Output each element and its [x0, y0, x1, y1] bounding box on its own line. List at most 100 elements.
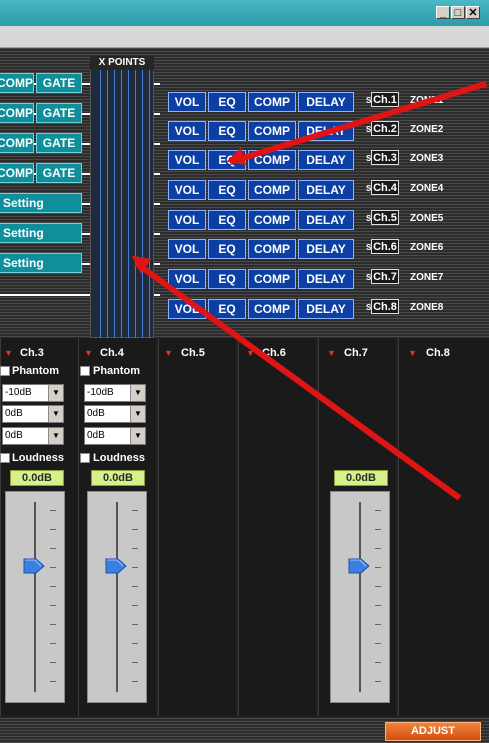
channel-strip-ch5	[158, 338, 236, 716]
zone-1-delay-button[interactable]: DELAY	[298, 92, 354, 112]
strip-ch8-label: Ch.8	[426, 347, 450, 359]
zone-6-delay-button[interactable]: DELAY	[298, 239, 354, 259]
gain-select-ch3[interactable]: -10dB ▼	[2, 384, 64, 402]
zone-5-eq-button[interactable]: EQ	[208, 210, 246, 230]
fader-tick	[132, 643, 138, 644]
bass-select-ch3[interactable]: 0dB ▼	[2, 405, 64, 423]
triangle-down-icon[interactable]: ▼	[4, 348, 13, 358]
fader-knob-icon[interactable]	[104, 556, 128, 576]
zone-6-vol-button[interactable]: VOL	[168, 239, 206, 259]
treble-select-ch4[interactable]: 0dB ▼	[84, 427, 146, 445]
zone-4-vol-button[interactable]: VOL	[168, 180, 206, 200]
zone-7-comp-button[interactable]: COMP	[248, 269, 296, 289]
fader-tick	[132, 567, 138, 568]
matrix-column	[128, 70, 129, 338]
chevron-down-icon[interactable]: ▼	[130, 406, 145, 422]
input-1-gate-button[interactable]: GATE	[36, 73, 82, 93]
fader-ch4[interactable]	[87, 491, 147, 703]
zone-8-comp-button[interactable]: COMP	[248, 299, 296, 319]
minimize-button[interactable]: _	[436, 6, 450, 19]
zone-5-comp-button[interactable]: COMP	[248, 210, 296, 230]
fader-tick	[50, 529, 56, 530]
fader-tick	[375, 567, 381, 568]
zone-3-delay-button[interactable]: DELAY	[298, 150, 354, 170]
title-bar	[0, 0, 489, 26]
channel-strip-ch6	[238, 338, 316, 716]
fader-track	[116, 502, 118, 692]
gain-readout-ch4: 0.0dB	[91, 470, 145, 486]
input-3-comp-button[interactable]: COMP	[0, 133, 34, 153]
zone-2-comp-button[interactable]: COMP	[248, 121, 296, 141]
zone-2-eq-button[interactable]: EQ	[208, 121, 246, 141]
fader-ch3[interactable]	[5, 491, 65, 703]
input-2-gate-button[interactable]: GATE	[36, 103, 82, 123]
setting-button-1[interactable]: Setting	[0, 193, 82, 213]
zone-4-comp-button[interactable]: COMP	[248, 180, 296, 200]
phantom-checkbox-ch3[interactable]	[0, 366, 10, 376]
zone-2-channel[interactable]: Ch.2	[371, 121, 399, 136]
zone-7-channel[interactable]: Ch.7	[371, 269, 399, 284]
select-value: 0dB	[5, 408, 23, 419]
zone-5-delay-button[interactable]: DELAY	[298, 210, 354, 230]
select-value: 0dB	[87, 408, 105, 419]
loudness-checkbox-ch3[interactable]	[0, 453, 10, 463]
chevron-down-icon[interactable]: ▼	[48, 406, 63, 422]
loudness-checkbox-ch4[interactable]	[80, 453, 90, 463]
chevron-down-icon[interactable]: ▼	[48, 428, 63, 444]
zone-3-channel[interactable]: Ch.3	[371, 150, 399, 165]
zone-5-vol-button[interactable]: VOL	[168, 210, 206, 230]
input-1-comp-button[interactable]: COMP	[0, 73, 34, 93]
zone-1-eq-button[interactable]: EQ	[208, 92, 246, 112]
phantom-label-ch3: Phantom	[12, 365, 60, 377]
fader-tick	[375, 624, 381, 625]
fader-track	[34, 502, 36, 692]
gain-select-ch4[interactable]: -10dB ▼	[84, 384, 146, 402]
fader-knob-icon[interactable]	[347, 556, 371, 576]
treble-select-ch3[interactable]: 0dB ▼	[2, 427, 64, 445]
fader-tick	[50, 586, 56, 587]
setting-button-3[interactable]: Setting	[0, 253, 82, 273]
phantom-checkbox-ch4[interactable]	[80, 366, 90, 376]
input-3-gate-button[interactable]: GATE	[36, 133, 82, 153]
zone-6-eq-button[interactable]: EQ	[208, 239, 246, 259]
chevron-down-icon[interactable]: ▼	[48, 385, 63, 401]
zone-4-delay-button[interactable]: DELAY	[298, 180, 354, 200]
zone-4-channel[interactable]: Ch.4	[371, 180, 399, 195]
zone-5-channel[interactable]: Ch.5	[371, 210, 399, 225]
input-4-comp-button[interactable]: COMP	[0, 163, 34, 183]
triangle-down-icon[interactable]: ▼	[327, 348, 336, 358]
fader-knob-icon[interactable]	[22, 556, 46, 576]
triangle-down-icon[interactable]: ▼	[164, 348, 173, 358]
chevron-down-icon[interactable]: ▼	[130, 385, 145, 401]
chevron-down-icon[interactable]: ▼	[130, 428, 145, 444]
fader-tick	[50, 510, 56, 511]
zone-1-channel[interactable]: Ch.1	[371, 92, 399, 107]
zone-7-eq-button[interactable]: EQ	[208, 269, 246, 289]
zone-2-vol-button[interactable]: VOL	[168, 121, 206, 141]
fader-tick	[50, 662, 56, 663]
triangle-down-icon[interactable]: ▼	[84, 348, 93, 358]
zone-8-channel[interactable]: Ch.8	[371, 299, 399, 314]
zone-1-vol-button[interactable]: VOL	[168, 92, 206, 112]
zone-3-vol-button[interactable]: VOL	[168, 150, 206, 170]
bass-select-ch4[interactable]: 0dB ▼	[84, 405, 146, 423]
fader-tick	[50, 681, 56, 682]
zone-8-delay-button[interactable]: DELAY	[298, 299, 354, 319]
restore-button[interactable]: □	[451, 6, 465, 19]
adjust-button[interactable]: ADJUST	[385, 722, 481, 741]
triangle-down-icon[interactable]: ▼	[408, 348, 417, 358]
zone-6-channel[interactable]: Ch.6	[371, 239, 399, 254]
fader-ch7[interactable]	[330, 491, 390, 703]
zone-7-delay-button[interactable]: DELAY	[298, 269, 354, 289]
zone-1-comp-button[interactable]: COMP	[248, 92, 296, 112]
input-2-comp-button[interactable]: COMP	[0, 103, 34, 123]
zone-4-eq-button[interactable]: EQ	[208, 180, 246, 200]
setting-button-2[interactable]: Setting	[0, 223, 82, 243]
fader-tick	[50, 567, 56, 568]
close-button[interactable]: ✕	[466, 6, 480, 19]
select-value: -10dB	[5, 387, 32, 398]
channel-strip-ch8	[398, 338, 489, 716]
input-4-gate-button[interactable]: GATE	[36, 163, 82, 183]
zone-6-comp-button[interactable]: COMP	[248, 239, 296, 259]
matrix-column	[135, 70, 136, 338]
